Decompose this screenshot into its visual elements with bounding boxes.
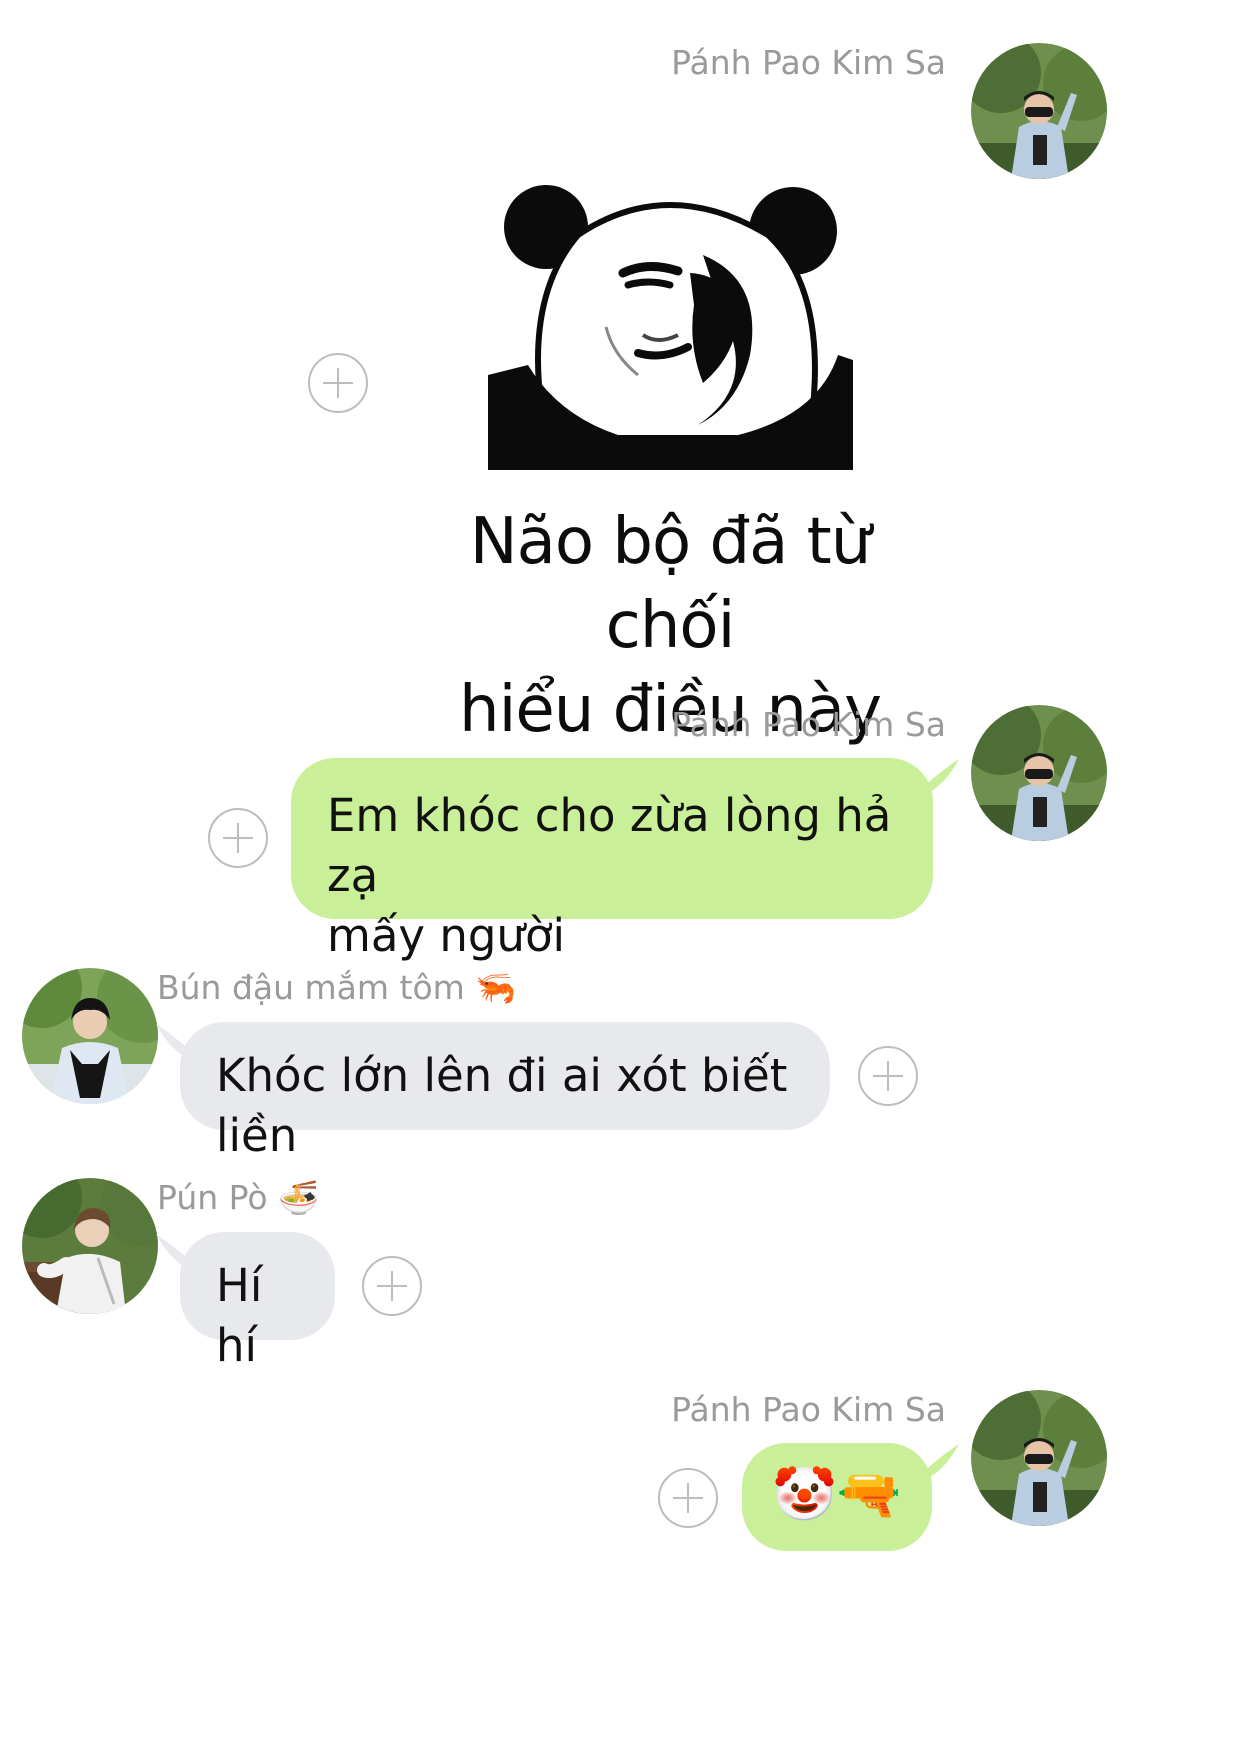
message-emoji: 🤡🔫 — [772, 1465, 902, 1525]
avatar-photo-icon — [971, 1390, 1107, 1526]
add-reaction-icon[interactable] — [658, 1468, 718, 1528]
add-reaction-icon[interactable] — [362, 1256, 422, 1316]
message-text-line1: Em khóc cho zừa lòng hả zạ — [327, 789, 892, 902]
avatar[interactable] — [971, 1390, 1107, 1526]
avatar[interactable] — [971, 705, 1107, 841]
message-bubble[interactable]: Khóc lớn lên đi ai xót biết liền — [180, 1022, 830, 1162]
message-bubble[interactable]: Em khóc cho zừa lòng hả zạ mấy người — [291, 758, 933, 962]
avatar[interactable] — [971, 43, 1107, 179]
avatar[interactable] — [22, 1178, 158, 1314]
avatar-photo-icon — [971, 705, 1107, 841]
message-text-line2: mấy người — [327, 909, 565, 962]
sender-name: Bún đậu mắm tôm 🦐 — [157, 968, 517, 1007]
sender-name: Pánh Pao Kim Sa — [671, 1390, 946, 1429]
sender-name: Pánh Pao Kim Sa — [671, 705, 946, 744]
message-text: Khóc lớn lên đi ai xót biết liền — [216, 1049, 788, 1162]
message-bubble[interactable]: Hí hí — [180, 1232, 335, 1372]
add-reaction-icon[interactable] — [858, 1046, 918, 1106]
avatar-photo-icon — [22, 968, 158, 1104]
sender-name: Pún Pò 🍜 — [157, 1178, 320, 1217]
message-bubble[interactable]: 🤡🔫 — [742, 1443, 932, 1551]
message-text: Hí hí — [216, 1259, 263, 1372]
add-reaction-icon[interactable] — [208, 808, 268, 868]
avatar-photo-icon — [22, 1178, 158, 1314]
sticker-caption-line1: Não bộ đã từ chối — [469, 505, 872, 663]
add-reaction-icon[interactable] — [308, 353, 368, 413]
sender-name: Pánh Pao Kim Sa — [671, 43, 946, 82]
panda-meme-icon — [488, 185, 858, 475]
avatar[interactable] — [22, 968, 158, 1104]
avatar-photo-icon — [971, 43, 1107, 179]
